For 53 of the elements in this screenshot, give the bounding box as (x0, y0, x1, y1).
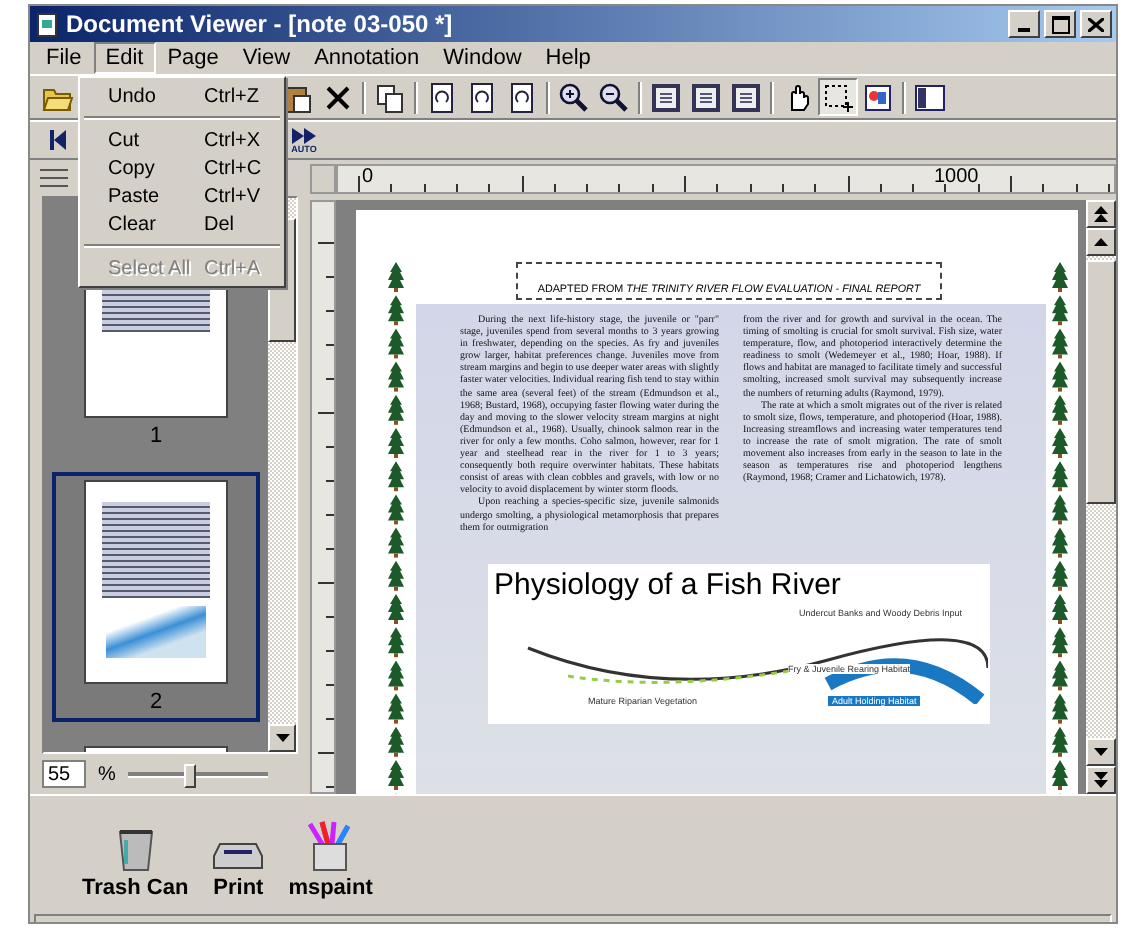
selection-icon[interactable] (818, 78, 858, 116)
zoom-field[interactable]: 55 (42, 760, 86, 788)
zoom-slider[interactable] (127, 760, 268, 788)
diagram-title: Physiology of a Fish River (492, 565, 843, 602)
ruler-label: 1000 (934, 166, 979, 188)
paint-cup-icon[interactable] (306, 820, 355, 872)
menu-item[interactable]: View (230, 42, 303, 74)
double-up-arrow-icon (1094, 206, 1108, 222)
trash-can-icon[interactable] (113, 828, 158, 872)
menu-item[interactable]: Undo Ctrl+Z (80, 82, 284, 110)
scroll-down-button[interactable] (1086, 738, 1116, 766)
window-title: Document Viewer - [note 03-050 *] (66, 10, 453, 38)
menu-icon[interactable] (40, 168, 68, 188)
menu-item[interactable]: Annotation (302, 42, 432, 74)
close-icon (1088, 17, 1104, 31)
close-button[interactable] (1080, 10, 1112, 38)
up-arrow-icon (1094, 238, 1108, 246)
page-thumbnail[interactable]: 2 (52, 472, 260, 722)
menu-item[interactable]: Copy Ctrl+C (80, 154, 284, 182)
page-view-icon[interactable] (726, 78, 766, 116)
icon-label[interactable]: Print (213, 876, 264, 900)
menu-item[interactable]: Paste Ctrl+V (80, 182, 284, 210)
page-number: 1 (149, 424, 163, 448)
menu-item[interactable]: Edit (93, 42, 156, 74)
scroll-down-button[interactable] (268, 724, 296, 752)
down-arrow-icon (275, 734, 289, 742)
menu-item[interactable]: File (34, 42, 94, 74)
percent-label: % (98, 763, 116, 785)
ruler-label: 0 (362, 166, 374, 188)
menu-item[interactable]: Page (155, 42, 231, 74)
fast-forward-icon (292, 127, 316, 143)
page-view-icon[interactable] (646, 78, 686, 116)
last-page-button[interactable] (1086, 766, 1116, 794)
menu-item[interactable]: Cut Ctrl+X (80, 126, 284, 154)
page-view-icon[interactable] (686, 78, 726, 116)
icon-label[interactable]: Trash Can (82, 876, 189, 900)
document-icon (34, 11, 60, 37)
minimize-icon (1018, 28, 1030, 32)
scroll-up-button[interactable] (1086, 228, 1116, 256)
maximize-button[interactable] (1044, 10, 1076, 38)
page-number: 2 (149, 690, 163, 714)
down-arrow-icon (1094, 748, 1108, 756)
icon-label[interactable]: mspaint (288, 876, 373, 900)
scrollbar-thumb[interactable] (1086, 260, 1116, 504)
scrollbar[interactable] (1086, 200, 1116, 794)
printer-icon[interactable] (212, 840, 265, 872)
double-down-arrow-icon (1094, 772, 1108, 788)
menu-item[interactable]: Clear Del (80, 210, 284, 238)
menu-item[interactable]: Help (533, 42, 603, 74)
first-page-button[interactable] (1086, 200, 1116, 228)
maximize-icon (1051, 15, 1069, 33)
minimize-button[interactable] (1008, 10, 1040, 38)
menu-item[interactable]: Window (431, 42, 534, 74)
